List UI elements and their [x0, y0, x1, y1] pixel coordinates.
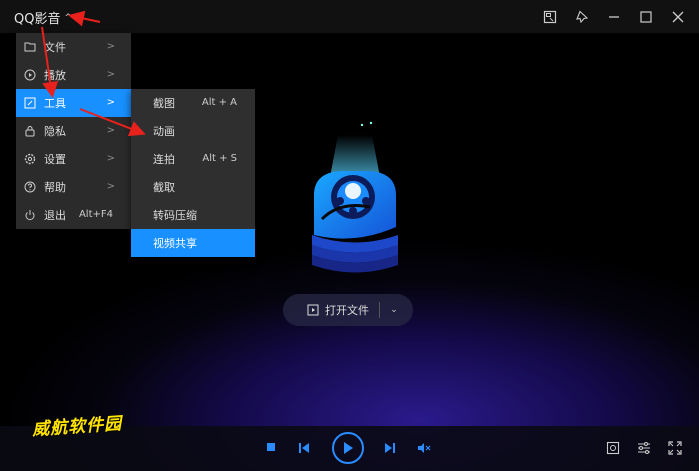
pin-icon [576, 10, 589, 24]
menu-item-help[interactable]: 帮助 > [16, 173, 131, 201]
submenu-item-video-share[interactable]: 视频共享 [131, 229, 255, 257]
power-icon [24, 209, 36, 221]
equalizer-icon [638, 442, 650, 454]
next-button[interactable] [384, 442, 396, 454]
fullscreen-icon [668, 441, 682, 455]
shortcut-label: Alt + A [201, 97, 237, 108]
menu-item-label: 播放 [44, 69, 66, 82]
mute-button[interactable] [417, 442, 431, 454]
submenu-item-label: 连拍 [153, 153, 175, 166]
pin-button[interactable] [571, 6, 593, 28]
stop-button[interactable] [266, 442, 276, 452]
chevron-right-icon: > [106, 41, 115, 52]
submenu-item-animation[interactable]: 动画 [131, 117, 255, 145]
previous-icon [299, 443, 309, 453]
equalizer-button[interactable] [637, 441, 651, 455]
previous-button[interactable] [298, 442, 310, 454]
close-button[interactable] [667, 6, 689, 28]
submenu-item-transcode[interactable]: 转码压缩 [131, 201, 255, 229]
menu-item-label: 退出 [44, 209, 66, 222]
submenu-item-label: 动画 [153, 125, 175, 138]
open-file-label: 打开文件 [325, 304, 369, 317]
maximize-button[interactable] [635, 6, 657, 28]
chevron-up-icon: ^ [64, 12, 73, 23]
submenu-item-screenshot[interactable]: 截图 Alt + A [131, 89, 255, 117]
fullscreen-button[interactable] [668, 441, 682, 455]
menu-item-settings[interactable]: 设置 > [16, 145, 131, 173]
play-circle-icon [24, 69, 36, 81]
submenu-item-burst[interactable]: 连拍 Alt + S [131, 145, 255, 173]
submenu-item-label: 视频共享 [153, 237, 197, 250]
menu-item-label: 工具 [44, 97, 66, 110]
menu-item-file[interactable]: 文件 > [16, 33, 131, 61]
submenu-item-label: 截图 [153, 97, 175, 110]
open-file-button[interactable]: 打开文件 [283, 294, 369, 326]
player-window: QQ影音 ^ 打开文件 ⌄ 文件 > 播放 > 工具 > 隐私 > 设置 > 帮… [0, 0, 699, 471]
menu-item-tools[interactable]: 工具 > [16, 89, 131, 117]
menu-item-exit[interactable]: 退出 Alt+F4 [16, 201, 131, 229]
open-file-dropdown[interactable]: ⌄ [380, 305, 408, 315]
mini-mode-button[interactable] [539, 6, 561, 28]
chevron-down-icon: ⌄ [390, 305, 398, 315]
main-menu: 文件 > 播放 > 工具 > 隐私 > 设置 > 帮助 > 退出 Alt+F4 [16, 33, 131, 229]
chevron-right-icon: > [106, 69, 115, 80]
menu-item-play[interactable]: 播放 > [16, 61, 131, 89]
app-title: QQ影音 [14, 12, 61, 27]
menu-item-label: 文件 [44, 41, 66, 54]
chevron-right-icon: > [106, 153, 115, 164]
lock-icon [24, 125, 36, 137]
menu-item-label: 设置 [44, 153, 66, 166]
shortcut-label: Alt+F4 [78, 209, 113, 220]
gear-icon [24, 153, 36, 165]
screenshot-icon [606, 441, 620, 455]
submenu-item-label: 转码压缩 [153, 209, 197, 222]
play-button[interactable] [332, 432, 364, 464]
open-file-icon [307, 304, 319, 316]
tools-icon [24, 97, 36, 109]
maximize-icon [640, 11, 652, 23]
chevron-right-icon: > [106, 97, 115, 108]
title-bar: QQ影音 ^ [0, 0, 699, 33]
minimize-icon [609, 16, 619, 18]
picture-in-picture-icon [543, 10, 557, 24]
app-menu-button[interactable]: QQ影音 ^ [14, 8, 72, 27]
volume-mute-icon [418, 443, 431, 453]
play-icon [344, 442, 353, 454]
help-icon [24, 181, 36, 193]
folder-icon [24, 41, 36, 53]
screenshot-button[interactable] [606, 441, 620, 455]
chevron-right-icon: > [106, 181, 115, 192]
stop-icon [267, 443, 275, 451]
close-icon [672, 11, 684, 23]
open-file-button-group: 打开文件 ⌄ [283, 294, 413, 326]
window-controls [539, 6, 689, 28]
menu-item-privacy[interactable]: 隐私 > [16, 117, 131, 145]
menu-item-label: 帮助 [44, 181, 66, 194]
submenu-item-label: 截取 [153, 181, 175, 194]
qq-player-logo [312, 121, 398, 273]
chevron-right-icon: > [106, 125, 115, 136]
next-icon [385, 443, 395, 453]
submenu-item-clip[interactable]: 截取 [131, 173, 255, 201]
shortcut-label: Alt + S [202, 153, 237, 164]
minimize-button[interactable] [603, 6, 625, 28]
tools-submenu: 截图 Alt + A 动画 连拍 Alt + S 截取 转码压缩 视频共享 [131, 89, 255, 257]
menu-item-label: 隐私 [44, 125, 66, 138]
